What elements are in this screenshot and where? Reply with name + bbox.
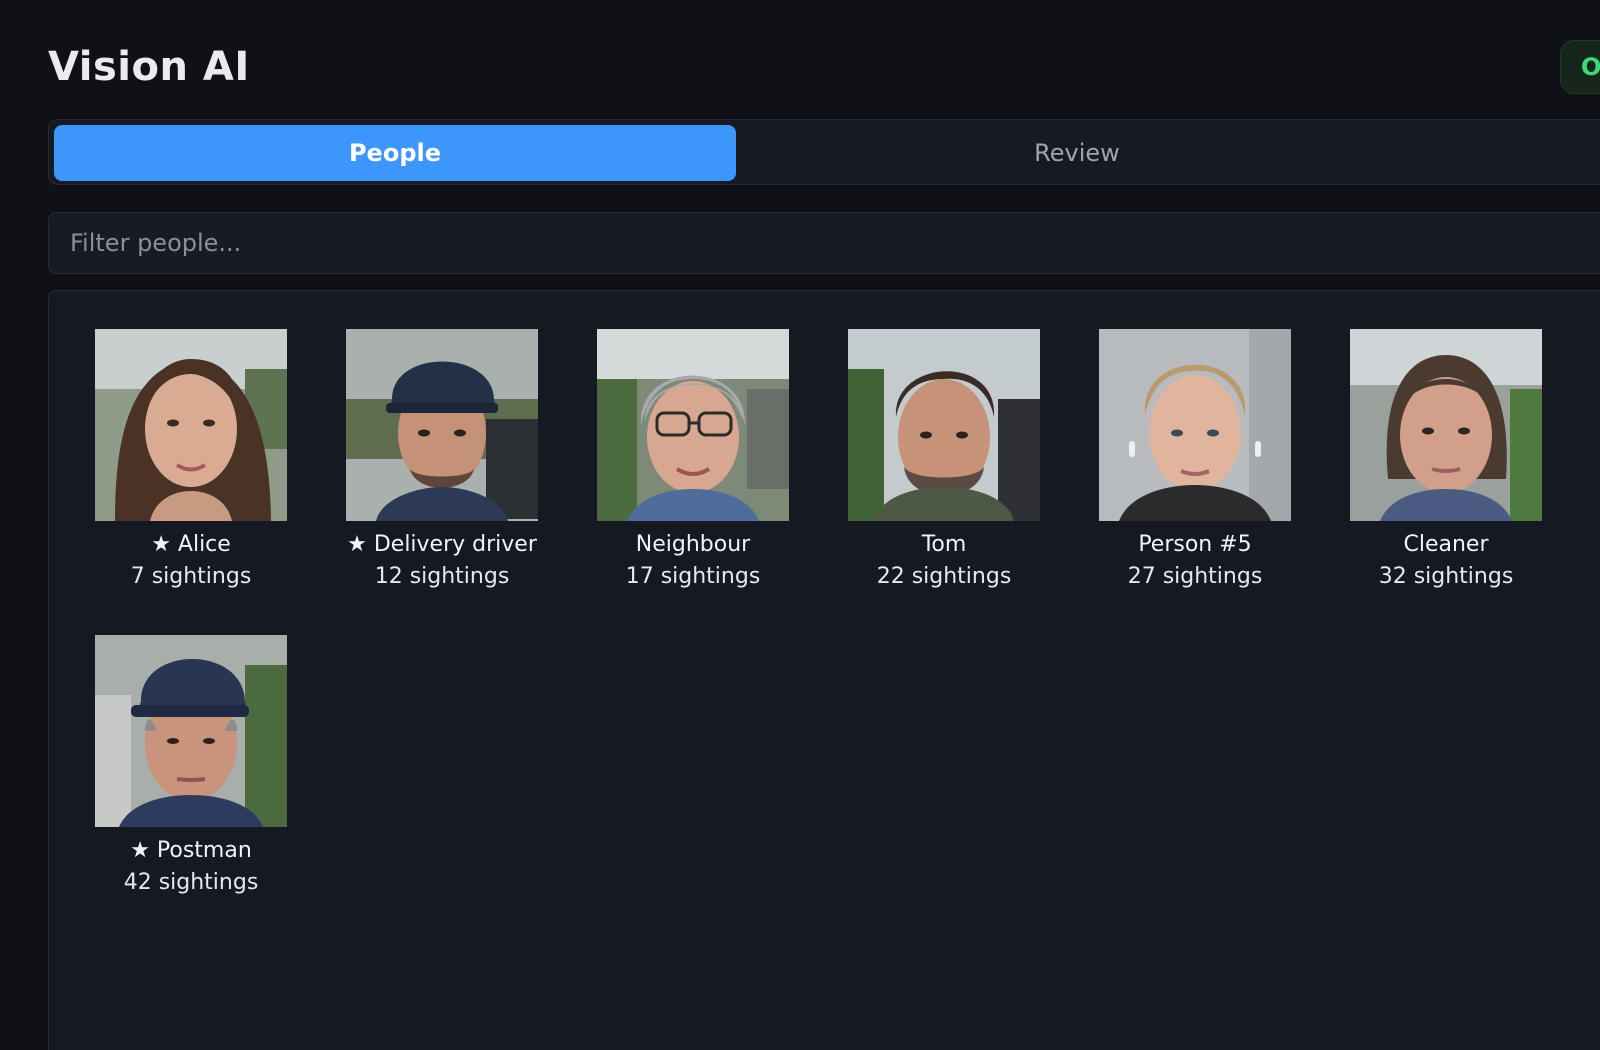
people-grid: ★ Alice 7 sightings ★ Delivery driver 12… [48, 290, 1600, 1050]
app-window: Vision AI O People Review Filter people.… [0, 0, 1600, 1050]
person-card-person-5[interactable]: Person #5 27 sightings [1099, 329, 1291, 593]
person-photo [95, 635, 287, 827]
person-name: ★ Postman [130, 838, 252, 863]
person-card-postman[interactable]: ★ Postman 42 sightings [95, 635, 287, 899]
person-card-alice[interactable]: ★ Alice 7 sightings [95, 329, 287, 593]
person-name: Tom [921, 532, 967, 557]
tab-review[interactable]: Review [736, 125, 1418, 181]
sightings-count: 7 sightings [130, 564, 252, 589]
sightings-count: 32 sightings [1378, 564, 1514, 589]
person-photo [1350, 329, 1542, 521]
sightings-count: 17 sightings [625, 564, 761, 589]
person-card-cleaner[interactable]: Cleaner 32 sightings [1350, 329, 1542, 593]
person-photo [346, 329, 538, 521]
person-photo [95, 329, 287, 521]
person-photo [597, 329, 789, 521]
person-name: Neighbour [635, 532, 751, 557]
sightings-count: 27 sightings [1127, 564, 1263, 589]
person-photo [1099, 329, 1291, 521]
person-card-tom[interactable]: Tom 22 sightings [848, 329, 1040, 593]
person-name: ★ Delivery driver [347, 532, 537, 557]
sightings-count: 12 sightings [374, 564, 510, 589]
person-name: Person #5 [1138, 532, 1252, 557]
person-card-delivery-driver[interactable]: ★ Delivery driver 12 sightings [346, 329, 538, 593]
tab-bar: People Review [48, 119, 1600, 185]
tab-people[interactable]: People [54, 125, 736, 181]
person-name: ★ Alice [151, 532, 231, 557]
page-title: Vision AI [48, 44, 250, 90]
filter-people-input[interactable] [48, 212, 1600, 274]
sightings-count: 42 sightings [123, 870, 259, 895]
sightings-count: 22 sightings [876, 564, 1012, 589]
person-photo [848, 329, 1040, 521]
person-name: Cleaner [1403, 532, 1489, 557]
status-badge[interactable]: O [1560, 40, 1600, 94]
person-card-neighbour[interactable]: Neighbour 17 sightings [597, 329, 789, 593]
